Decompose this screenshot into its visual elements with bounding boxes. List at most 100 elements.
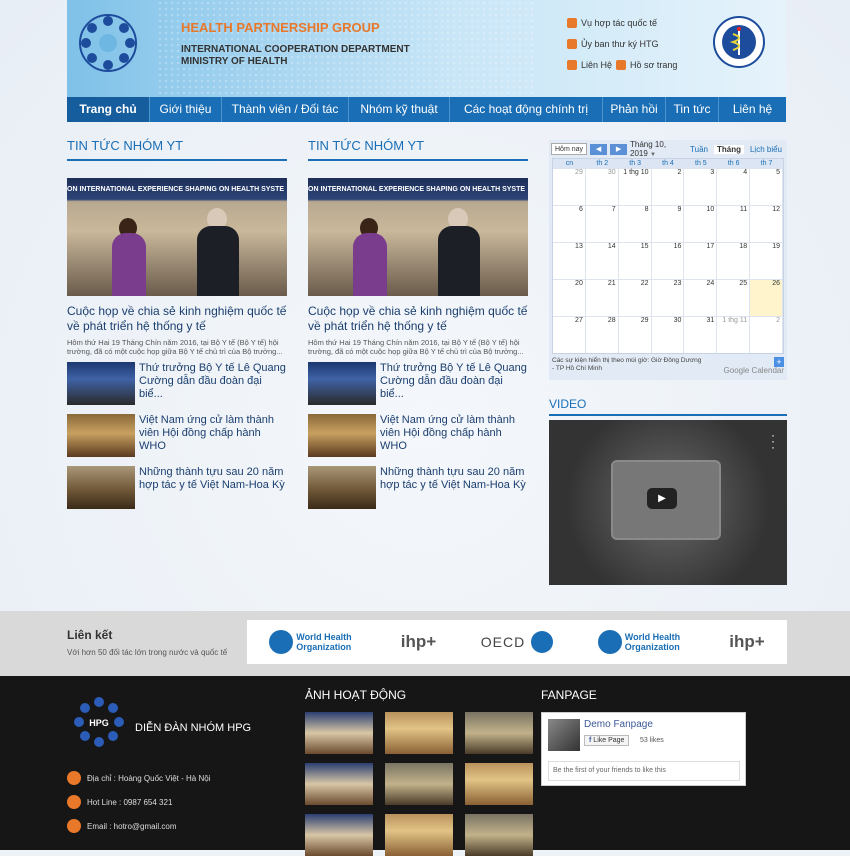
- news-item-title[interactable]: Thứ trưởng Bộ Y tế Lê Quang Cường dẫn đầ…: [139, 362, 287, 408]
- nav-item-about[interactable]: Giới thiệu: [150, 97, 222, 122]
- top-link-contact[interactable]: Liên Hệ: [567, 60, 612, 70]
- next-month-icon[interactable]: ▶: [610, 143, 628, 155]
- news-item-title[interactable]: Thứ trưởng Bộ Y tế Lê Quang Cường dẫn đầ…: [380, 362, 528, 408]
- featured-news-title[interactable]: Cuộc họp về chia sẻ kinh nghiệm quốc tế …: [308, 304, 528, 334]
- calendar-day-cell[interactable]: 29: [553, 168, 586, 205]
- news-item[interactable]: Thứ trưởng Bộ Y tế Lê Quang Cường dẫn đầ…: [308, 362, 528, 408]
- activity-photo[interactable]: [465, 712, 533, 754]
- calendar-day-cell[interactable]: 5: [750, 168, 783, 205]
- calendar-day-cell[interactable]: 1 thg 11: [717, 316, 751, 353]
- tab-month[interactable]: Tháng: [713, 144, 744, 154]
- tab-agenda[interactable]: Lịch biểu: [747, 145, 785, 154]
- calendar-day-cell[interactable]: 12: [750, 205, 783, 242]
- calendar-day-cell[interactable]: 3: [684, 168, 718, 205]
- top-link-secretariat[interactable]: Ủy ban thư ký HTG: [567, 39, 659, 49]
- news-thumbnail[interactable]: [308, 414, 376, 457]
- fanpage-name[interactable]: Demo Fanpage: [584, 719, 653, 730]
- calendar-day-cell[interactable]: 26: [750, 279, 783, 316]
- top-link-intl-meeting[interactable]: Vụ hợp tác quốc tế: [567, 18, 657, 28]
- calendar-day-cell[interactable]: 28: [585, 316, 619, 353]
- activity-photo[interactable]: [385, 763, 453, 805]
- hpg-logo[interactable]: [77, 12, 139, 74]
- nav-item-news[interactable]: Tin tức: [666, 97, 719, 122]
- news-item-title[interactable]: Những thành tựu sau 20 năm hợp tác y tế …: [139, 466, 287, 512]
- nav-item-feedback[interactable]: Phản hồi: [603, 97, 666, 122]
- featured-news-image[interactable]: ON INTERNATIONAL EXPERIENCE SHAPING ON H…: [308, 178, 528, 296]
- like-page-button[interactable]: f Like Page: [584, 735, 630, 746]
- calendar-day-cell[interactable]: 13: [553, 242, 586, 279]
- who-globe-icon: [269, 630, 294, 654]
- calendar-day-cell[interactable]: 22: [618, 279, 652, 316]
- calendar-day-cell[interactable]: 19: [750, 242, 783, 279]
- calendar-day-cell[interactable]: 15: [618, 242, 652, 279]
- calendar-day-cell[interactable]: 23: [651, 279, 685, 316]
- today-button[interactable]: Hôm nay: [551, 143, 588, 155]
- tab-week[interactable]: Tuần: [687, 145, 711, 154]
- calendar-day-cell[interactable]: 2: [750, 316, 783, 353]
- calendar-day-cell[interactable]: 16: [651, 242, 685, 279]
- featured-news-image[interactable]: ON INTERNATIONAL EXPERIENCE SHAPING ON H…: [67, 178, 287, 296]
- calendar-day-cell[interactable]: 24: [684, 279, 718, 316]
- calendar-day-cell[interactable]: 31: [684, 316, 718, 353]
- partner-logo-who[interactable]: World Health Organization: [597, 630, 685, 654]
- calendar-day-cell[interactable]: 1 thg 10: [618, 168, 652, 205]
- google-calendar-logo[interactable]: Google Calendar: [724, 367, 784, 375]
- featured-news-title[interactable]: Cuộc họp về chia sẻ kinh nghiệm quốc tế …: [67, 304, 287, 334]
- ministry-of-health-logo[interactable]: [713, 16, 765, 68]
- news-thumbnail[interactable]: [67, 466, 135, 509]
- nav-item-technical[interactable]: Nhóm kỹ thuật: [349, 97, 450, 122]
- partner-logo-ihp[interactable]: ihp+: [729, 632, 764, 652]
- hpg-footer-logo[interactable]: HPG: [67, 696, 131, 748]
- nav-item-activities[interactable]: Các hoạt động chính trị: [450, 97, 603, 122]
- activity-photo[interactable]: [465, 763, 533, 805]
- news-item[interactable]: Những thành tựu sau 20 năm hợp tác y tế …: [308, 466, 528, 512]
- partner-logo-ihp[interactable]: ihp+: [401, 632, 436, 652]
- calendar-day-cell[interactable]: 10: [684, 205, 718, 242]
- calendar-day-cell[interactable]: 25: [717, 279, 751, 316]
- email-text[interactable]: Email : hotro@gmail.com: [87, 822, 176, 831]
- calendar-day-cell[interactable]: 17: [684, 242, 718, 279]
- news-thumbnail[interactable]: [308, 362, 376, 405]
- calendar-day-cell[interactable]: 20: [553, 279, 586, 316]
- play-icon[interactable]: ▶: [647, 488, 677, 509]
- calendar-day-cell[interactable]: 30: [585, 168, 619, 205]
- news-item[interactable]: Những thành tựu sau 20 năm hợp tác y tế …: [67, 466, 287, 512]
- calendar-day-cell[interactable]: 18: [717, 242, 751, 279]
- partner-logo-who[interactable]: World Health Organization: [269, 630, 356, 654]
- prev-month-icon[interactable]: ◀: [590, 143, 608, 155]
- news-item[interactable]: Việt Nam ứng cử làm thành viên Hội đồng …: [67, 414, 287, 460]
- calendar-day-cell[interactable]: 2: [651, 168, 685, 205]
- top-link-profile[interactable]: Hồ sơ trang: [616, 60, 677, 70]
- news-item-title[interactable]: Việt Nam ứng cử làm thành viên Hội đồng …: [380, 414, 528, 460]
- nav-item-contact[interactable]: Liên hệ: [719, 97, 786, 122]
- activity-photo[interactable]: [305, 763, 373, 805]
- calendar-day-cell[interactable]: 4: [717, 168, 751, 205]
- calendar-day-cell[interactable]: 14: [585, 242, 619, 279]
- more-options-icon[interactable]: · · ·: [771, 429, 775, 453]
- like-count: 53 likes: [640, 737, 664, 744]
- calendar-day-cell[interactable]: 30: [651, 316, 685, 353]
- partner-logo-oecd[interactable]: OECD: [481, 631, 554, 653]
- news-item-title[interactable]: Việt Nam ứng cử làm thành viên Hội đồng …: [139, 414, 287, 460]
- news-item[interactable]: Thứ trưởng Bộ Y tế Lê Quang Cường dẫn đầ…: [67, 362, 287, 408]
- activity-photo[interactable]: [305, 712, 373, 754]
- news-thumbnail[interactable]: [308, 466, 376, 509]
- calendar-day-cell[interactable]: 27: [553, 316, 586, 353]
- calendar-day-cell[interactable]: 9: [651, 205, 685, 242]
- news-thumbnail[interactable]: [67, 414, 135, 457]
- nav-item-members[interactable]: Thành viên / Đối tác: [222, 97, 349, 122]
- calendar-day-cell[interactable]: 21: [585, 279, 619, 316]
- nav-item-home[interactable]: Trang chủ: [67, 97, 150, 122]
- video-player[interactable]: ▶ · · ·: [549, 420, 787, 585]
- calendar-day-cell[interactable]: 11: [717, 205, 751, 242]
- calendar-day-cell[interactable]: 6: [553, 205, 586, 242]
- calendar-day-cell[interactable]: 7: [585, 205, 619, 242]
- news-thumbnail[interactable]: [67, 362, 135, 405]
- month-selector[interactable]: Tháng 10, 2019 ▼: [630, 140, 684, 158]
- news-item-title[interactable]: Những thành tựu sau 20 năm hợp tác y tế …: [380, 466, 528, 512]
- calendar-day-cell[interactable]: 29: [618, 316, 652, 353]
- calendar-day-cell[interactable]: 8: [618, 205, 652, 242]
- fanpage-avatar[interactable]: [548, 719, 580, 751]
- activity-photo[interactable]: [385, 712, 453, 754]
- news-item[interactable]: Việt Nam ứng cử làm thành viên Hội đồng …: [308, 414, 528, 460]
